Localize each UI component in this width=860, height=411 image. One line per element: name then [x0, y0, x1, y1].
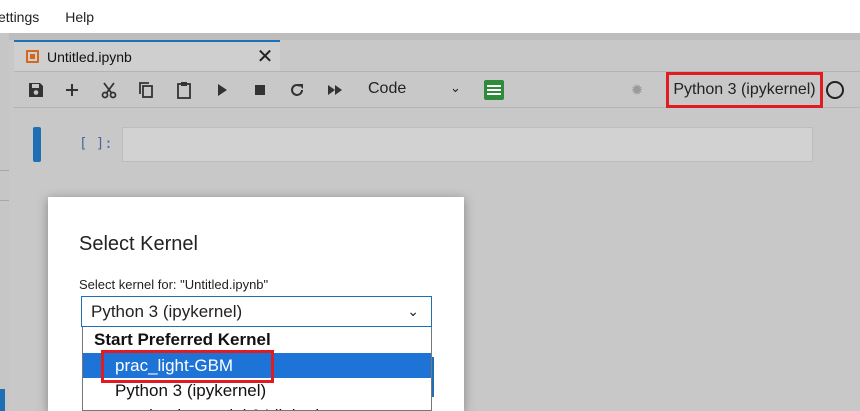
fast-forward-icon[interactable]: [325, 80, 345, 100]
option-group-label: Start Preferred Kernel: [94, 330, 271, 349]
chevron-down-icon: ⌄: [407, 303, 419, 319]
option-lightgbm-tutorial[interactable]: ..andorakatutorial 04 lightgbm: [83, 403, 431, 410]
highlight-annotation: [101, 350, 274, 383]
stop-icon[interactable]: [250, 80, 270, 100]
paste-icon[interactable]: [174, 80, 194, 100]
left-sidebar: [0, 33, 9, 411]
kernel-select-value: Python 3 (ipykernel): [91, 302, 243, 321]
save-icon[interactable]: [26, 80, 46, 100]
active-cell-marker: [33, 127, 41, 162]
tab-title: Untitled.ipynb: [47, 48, 132, 65]
sidebar-divider: [0, 200, 9, 201]
cell-type-select[interactable]: Code ⌄: [368, 80, 468, 100]
kernel-name-button[interactable]: Python 3 (ipykernel): [666, 72, 823, 108]
cell-prompt: [ ]:: [79, 136, 113, 152]
sidebar-divider: [0, 170, 9, 171]
menu-settings[interactable]: ettings: [0, 9, 47, 25]
add-cell-icon[interactable]: [62, 80, 82, 100]
cut-icon[interactable]: [99, 80, 119, 100]
copy-icon[interactable]: [136, 80, 156, 100]
sidebar-active-marker: [0, 389, 5, 411]
notebook-icon: [26, 50, 39, 63]
close-icon[interactable]: ✕: [250, 47, 280, 67]
property-inspector-icon[interactable]: [484, 80, 504, 100]
debugger-icon[interactable]: ✹: [628, 81, 646, 99]
kernel-options-list: Start Preferred Kernel prac_light-GBM Py…: [82, 327, 432, 411]
kernel-status-icon: [826, 81, 844, 99]
dialog-title: Select Kernel: [79, 233, 198, 255]
chevron-down-icon: ⌄: [450, 80, 461, 95]
restart-icon[interactable]: [287, 80, 307, 100]
cell-type-value: Code: [368, 80, 407, 97]
notebook-toolbar: Code ⌄ ✹ Python 3 (ipykernel): [14, 71, 860, 108]
dialog-label: Select kernel for: "Untitled.ipynb": [79, 277, 269, 292]
run-icon[interactable]: [212, 80, 232, 100]
menu-help[interactable]: Help: [57, 9, 102, 25]
menu-bar: ettings Help: [0, 0, 860, 33]
tab-untitled-ipynb[interactable]: Untitled.ipynb ✕: [14, 40, 280, 71]
code-cell-input[interactable]: [122, 127, 813, 162]
kernel-select[interactable]: Python 3 (ipykernel) ⌄: [81, 296, 432, 327]
